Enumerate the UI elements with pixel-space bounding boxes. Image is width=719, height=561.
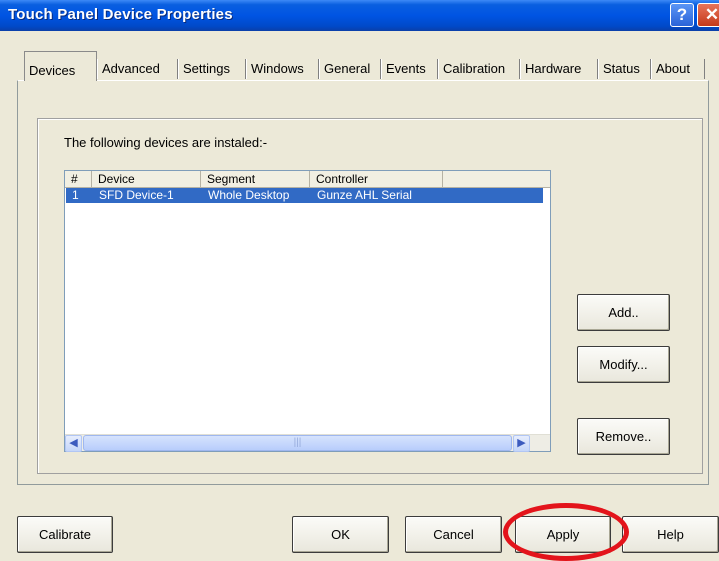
device-list-header: # Device Segment Controller xyxy=(65,171,550,188)
scroll-right-button[interactable]: ▶ xyxy=(513,435,530,452)
apply-highlight-circle xyxy=(503,503,629,561)
properties-dialog: Touch Panel Device Properties ? ✕ Device… xyxy=(0,0,719,561)
modify-button[interactable]: Modify... xyxy=(577,346,670,383)
add-button[interactable]: Add.. xyxy=(577,294,670,331)
tab-calibration[interactable]: Calibration xyxy=(438,59,520,79)
tab-windows[interactable]: Windows xyxy=(246,59,319,79)
horizontal-scrollbar[interactable]: ◀ ||| ▶ xyxy=(65,434,550,452)
grip-icon: ||| xyxy=(293,437,302,448)
ok-button[interactable]: OK xyxy=(292,516,389,553)
tab-hardware[interactable]: Hardware xyxy=(520,59,598,79)
tab-advanced[interactable]: Advanced xyxy=(97,59,178,79)
device-row[interactable]: 1 SFD Device-1 Whole Desktop Gunze AHL S… xyxy=(66,188,543,203)
column-header-controller[interactable]: Controller xyxy=(310,171,443,187)
column-header-segment[interactable]: Segment xyxy=(201,171,310,187)
close-button[interactable]: ✕ xyxy=(697,3,719,27)
column-header-device[interactable]: Device xyxy=(92,171,201,187)
device-row-device: SFD Device-1 xyxy=(99,188,174,202)
tab-settings[interactable]: Settings xyxy=(178,59,246,79)
tab-general[interactable]: General xyxy=(319,59,381,79)
device-row-number: 1 xyxy=(72,188,79,202)
device-row-segment: Whole Desktop xyxy=(208,188,290,202)
window-title: Touch Panel Device Properties xyxy=(8,6,233,23)
help-title-button[interactable]: ? xyxy=(670,3,694,27)
tab-events[interactable]: Events xyxy=(381,59,438,79)
column-header-number[interactable]: # xyxy=(65,171,92,187)
scroll-thumb[interactable]: ||| xyxy=(83,435,512,451)
title-bar[interactable]: Touch Panel Device Properties ? ✕ xyxy=(0,0,719,31)
scroll-left-button[interactable]: ◀ xyxy=(65,435,82,452)
tab-about[interactable]: About xyxy=(651,59,705,79)
question-mark-icon: ? xyxy=(676,5,688,24)
tab-status[interactable]: Status xyxy=(598,59,651,79)
calibrate-button[interactable]: Calibrate xyxy=(17,516,113,553)
tab-devices[interactable]: Devices xyxy=(24,51,97,81)
installed-devices-label: The following devices are instaled:- xyxy=(64,135,268,150)
arrow-right-icon: ▶ xyxy=(517,437,526,449)
remove-button[interactable]: Remove.. xyxy=(577,418,670,455)
device-row-controller: Gunze AHL Serial xyxy=(317,188,412,202)
cancel-button[interactable]: Cancel xyxy=(405,516,502,553)
close-icon: ✕ xyxy=(704,5,719,24)
device-list[interactable]: # Device Segment Controller 1 SFD Device… xyxy=(64,170,551,452)
help-button[interactable]: Help xyxy=(622,516,719,553)
arrow-left-icon: ◀ xyxy=(69,437,78,449)
